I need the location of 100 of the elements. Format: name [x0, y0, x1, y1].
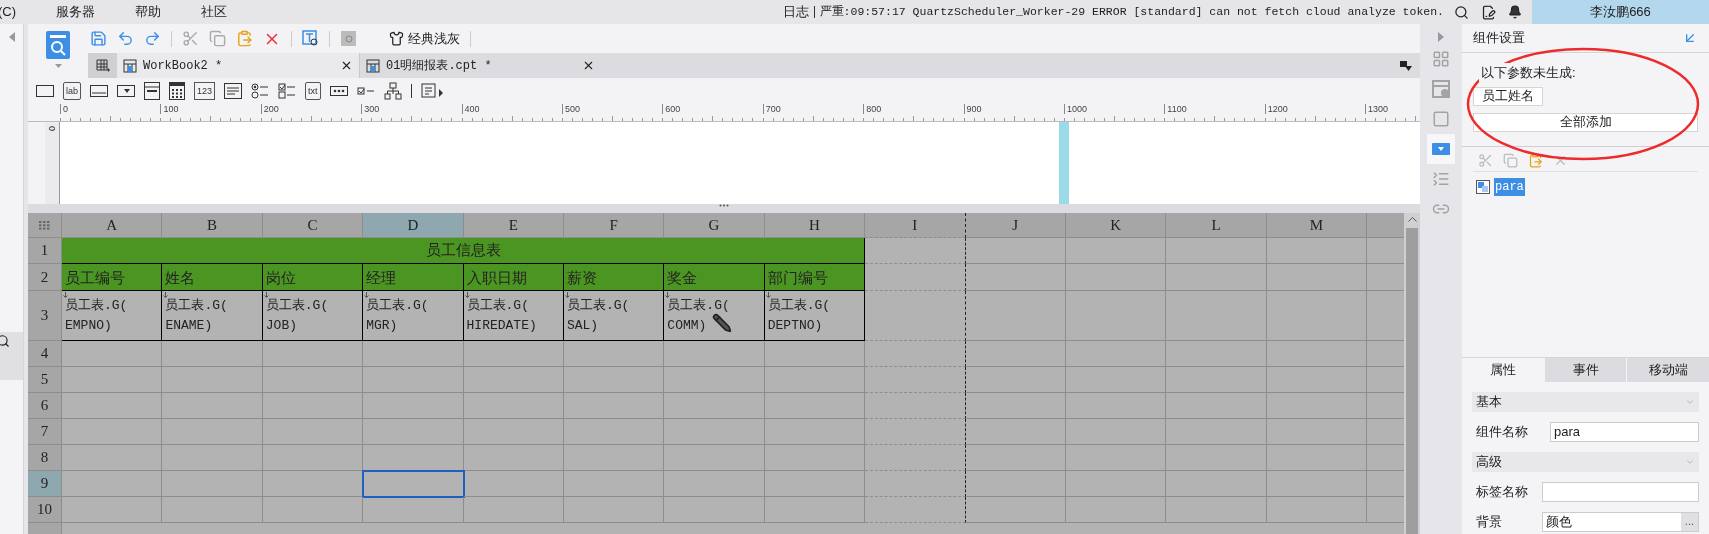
column-header[interactable]: C	[262, 213, 364, 238]
grid-cell[interactable]	[1065, 497, 1167, 523]
button-widget-icon[interactable]	[36, 85, 54, 97]
property-field[interactable]	[1542, 481, 1699, 502]
grid-cell[interactable]	[62, 419, 163, 445]
user-button[interactable]: 李汝鹏666	[1532, 0, 1709, 24]
row-header[interactable]: 5	[28, 367, 62, 393]
grid-cell[interactable]	[1166, 393, 1267, 419]
grid-cell[interactable]	[664, 445, 765, 471]
grid-cell[interactable]	[865, 393, 966, 419]
close-icon[interactable]	[340, 59, 353, 72]
grid-cell[interactable]	[563, 497, 665, 523]
copy-icon[interactable]	[1503, 152, 1518, 168]
vertical-scrollbar[interactable]	[1404, 213, 1420, 534]
scroll-up-icon[interactable]	[1407, 217, 1417, 222]
grid-cell[interactable]	[965, 291, 1066, 341]
grid-cell[interactable]	[463, 471, 564, 497]
grid-cell[interactable]	[965, 238, 1066, 264]
grid-cell[interactable]	[162, 471, 263, 497]
section-header[interactable]: 基本	[1472, 391, 1699, 412]
section-header[interactable]: 高级	[1472, 451, 1699, 472]
grid-cell[interactable]	[965, 367, 1066, 393]
calendar-icon[interactable]	[169, 82, 185, 100]
grid-cell[interactable]	[664, 367, 765, 393]
grid-cell[interactable]	[865, 264, 966, 291]
column-header[interactable]: E	[463, 213, 564, 238]
header-cell[interactable]: 入职日期	[463, 264, 564, 291]
grid-cell[interactable]	[1166, 264, 1267, 291]
row-header[interactable]: 9	[28, 471, 62, 497]
grid-cell[interactable]	[162, 341, 263, 367]
formula-cell[interactable]: 员工表.G( DEPTNO)	[767, 295, 865, 336]
row-header[interactable]: 4	[28, 341, 62, 367]
theme-button[interactable]: 经典浅灰	[389, 28, 460, 49]
grid-cell[interactable]	[1266, 471, 1368, 497]
grid-cell[interactable]	[563, 367, 665, 393]
search-icon[interactable]	[1454, 4, 1469, 20]
grid-cell[interactable]	[262, 419, 364, 445]
side-tool-button[interactable]	[1427, 134, 1455, 164]
cut-icon[interactable]	[182, 30, 199, 47]
title-cell[interactable]: 员工信息表	[62, 238, 866, 264]
formula-cell[interactable]: 员工表.G( MGR)	[366, 295, 463, 336]
grid-cell[interactable]	[463, 367, 564, 393]
property-tab[interactable]: 事件	[1543, 357, 1627, 382]
log-label[interactable]: 日志	[782, 2, 809, 22]
close-icon[interactable]	[582, 59, 595, 72]
list-edit-icon[interactable]	[420, 83, 443, 99]
grid-cell[interactable]	[62, 497, 163, 523]
grid-cell[interactable]	[1065, 264, 1167, 291]
formula-cell[interactable]: 员工表.G( ENAME)	[165, 295, 262, 336]
grid-cell[interactable]	[262, 497, 364, 523]
paste-icon[interactable]	[1528, 152, 1543, 168]
grid-cell[interactable]	[162, 445, 263, 471]
column-header[interactable]: D	[363, 213, 464, 238]
grid-cell[interactable]	[463, 393, 564, 419]
column-header[interactable]: L	[1166, 213, 1267, 238]
grid-cell[interactable]	[62, 445, 163, 471]
row-header[interactable]: 6	[28, 393, 62, 419]
expand-arrow-icon[interactable]	[1438, 32, 1444, 42]
grid-cell[interactable]	[1266, 497, 1368, 523]
grid-cell[interactable]	[865, 445, 966, 471]
grid-cell[interactable]	[563, 419, 665, 445]
grid-cell[interactable]	[1065, 367, 1167, 393]
column-header[interactable]: A	[62, 213, 163, 238]
grid-cell[interactable]	[965, 471, 1066, 497]
header-cell[interactable]: 奖金	[664, 264, 765, 291]
grid-cell[interactable]	[1065, 341, 1167, 367]
grid-cell[interactable]	[1266, 291, 1368, 341]
grid-cell[interactable]	[764, 341, 866, 367]
grid-cell[interactable]	[664, 341, 765, 367]
grid-cell[interactable]	[1065, 238, 1167, 264]
grid-cell[interactable]	[865, 471, 966, 497]
grid-cell[interactable]	[1266, 393, 1368, 419]
grid-cell[interactable]	[1166, 367, 1267, 393]
grid-cell[interactable]	[563, 471, 665, 497]
grid-cell[interactable]	[1166, 471, 1267, 497]
formula-cell[interactable]: 员工表.G( HIREDATE)	[466, 295, 563, 336]
form-icon[interactable]	[45, 30, 71, 60]
header-cell[interactable]: 姓名	[162, 264, 263, 291]
grid-cell[interactable]	[262, 393, 364, 419]
grid-cell[interactable]	[1166, 341, 1267, 367]
grid-cell[interactable]	[965, 264, 1066, 291]
grid-cell[interactable]	[162, 419, 263, 445]
property-field[interactable]: 颜色 ...	[1542, 511, 1699, 532]
grid-cell[interactable]	[563, 445, 665, 471]
property-field[interactable]: para	[1550, 421, 1699, 442]
header-cell[interactable]: 薪资	[563, 264, 665, 291]
undo-icon[interactable]	[117, 30, 134, 47]
dropdown-widget-icon[interactable]	[117, 85, 135, 97]
grid-cell[interactable]	[865, 367, 966, 393]
save-icon[interactable]	[90, 30, 107, 47]
grid-cell[interactable]	[764, 497, 866, 523]
grid-cell[interactable]	[1065, 445, 1167, 471]
grid-cell[interactable]	[363, 393, 464, 419]
grid-cell[interactable]	[664, 497, 765, 523]
grid-cell[interactable]	[1266, 264, 1368, 291]
new-sheet-button[interactable]	[88, 53, 117, 78]
splitter-handle[interactable]	[28, 204, 1420, 213]
grid-cell[interactable]	[1266, 238, 1368, 264]
row-header[interactable]: 1	[28, 238, 62, 264]
cut-icon[interactable]	[1478, 152, 1493, 168]
